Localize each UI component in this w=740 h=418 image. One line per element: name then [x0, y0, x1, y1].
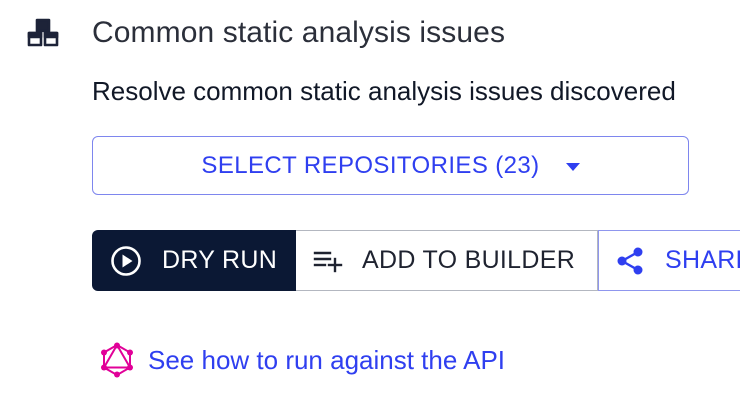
api-link[interactable]: See how to run against the API	[100, 342, 505, 378]
share-button[interactable]: SHARE	[598, 230, 740, 291]
recipe-title: Common static analysis issues	[92, 16, 506, 49]
graphql-icon	[101, 342, 133, 378]
select-repositories-label: SELECT REPOSITORIES (23)	[201, 151, 540, 179]
recipe-description: Resolve common static analysis issues di…	[92, 76, 676, 106]
recipe-page: Common static analysis issues Resolve co…	[0, 0, 740, 418]
play-circle-icon	[111, 245, 141, 276]
select-repositories-dropdown[interactable]: SELECT REPOSITORIES (23)	[92, 136, 689, 195]
share-icon	[617, 247, 643, 274]
dry-run-label: DRY RUN	[162, 246, 278, 274]
share-label: SHARE	[665, 246, 740, 274]
api-link-label: See how to run against the API	[148, 344, 506, 375]
add-to-builder-button[interactable]: ADD TO BUILDER	[296, 230, 598, 291]
playlist-add-icon	[313, 251, 343, 272]
caret-down-icon	[565, 162, 580, 171]
add-to-builder-label: ADD TO BUILDER	[362, 246, 576, 274]
dry-run-button[interactable]: DRY RUN	[92, 230, 296, 291]
recipe-action-bar: DRY RUN ADD TO BUILDER SHAR	[92, 230, 740, 291]
cubes-icon	[27, 18, 59, 47]
